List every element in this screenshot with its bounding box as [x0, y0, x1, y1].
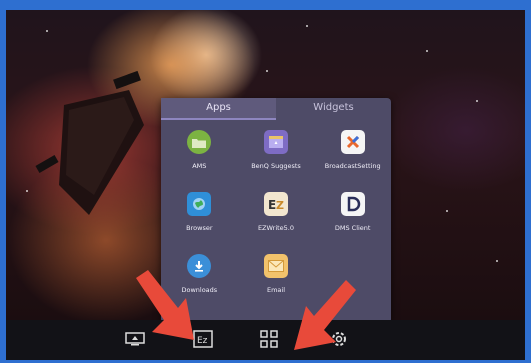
- app-ams[interactable]: AMS: [161, 130, 238, 170]
- app-dms-client[interactable]: DMS Client: [314, 192, 391, 232]
- app-label: BenQ Suggests: [251, 162, 301, 170]
- svg-text:E: E: [268, 198, 276, 212]
- red-arrow-right: [294, 280, 356, 350]
- tab-apps[interactable]: Apps: [161, 98, 276, 118]
- taskbar: Ez: [6, 320, 525, 360]
- red-arrow-left: [136, 270, 194, 340]
- spaceship-image: [35, 70, 144, 215]
- svg-text:Z: Z: [276, 199, 284, 212]
- app-broadcastsetting[interactable]: BroadcastSetting: [314, 130, 391, 170]
- ezwrite-icon: EZ: [263, 192, 288, 216]
- app-benq-suggests[interactable]: BenQ Suggests: [238, 130, 315, 170]
- tab-widgets[interactable]: Widgets: [276, 98, 391, 118]
- envelope-icon: [263, 254, 288, 278]
- app-browser[interactable]: Browser: [161, 192, 238, 232]
- app-label: DMS Client: [334, 224, 371, 232]
- app-label: Email: [266, 286, 286, 294]
- app-ezwrite[interactable]: EZ EZWrite5.0: [238, 192, 315, 232]
- suggest-box-icon: [263, 130, 288, 154]
- folder-icon: [187, 130, 212, 154]
- app-label: AMS: [192, 162, 207, 170]
- broadcast-icon: [340, 130, 365, 154]
- drawer-tabs: Apps Widgets: [161, 98, 391, 118]
- active-tab-indicator: [161, 118, 276, 120]
- dms-icon: [340, 192, 365, 216]
- app-label: BroadcastSetting: [324, 162, 381, 170]
- globe-icon: [187, 192, 212, 216]
- app-label: Browser: [186, 224, 213, 232]
- app-label: EZWrite5.0: [257, 224, 295, 232]
- desktop-wallpaper: Apps Widgets AMS BenQ Suggests Broadcast…: [6, 10, 525, 320]
- apps-grid-icon[interactable]: [258, 329, 280, 349]
